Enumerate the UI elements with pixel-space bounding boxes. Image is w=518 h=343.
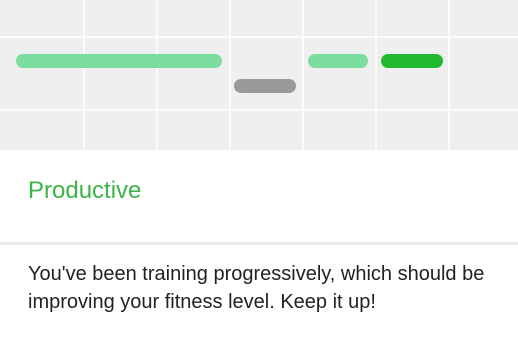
grid-line — [375, 0, 377, 150]
grid-line — [0, 36, 518, 38]
grid-line — [302, 0, 304, 150]
status-description: You've been training progressively, whic… — [28, 263, 485, 313]
grid-line — [156, 0, 158, 150]
grid-line — [448, 0, 450, 150]
status-bar-unproductive — [234, 79, 296, 93]
status-bar-maintaining — [308, 54, 368, 68]
status-title: Productive — [28, 177, 142, 204]
status-bar-recovery — [16, 54, 222, 68]
training-status-grid — [0, 0, 518, 150]
grid-line — [83, 0, 85, 150]
training-status-card: Productive You've been training progress… — [0, 0, 518, 343]
status-bar-productive — [381, 54, 443, 68]
divider — [0, 242, 518, 245]
grid-line — [229, 0, 231, 150]
grid-line — [0, 109, 518, 111]
